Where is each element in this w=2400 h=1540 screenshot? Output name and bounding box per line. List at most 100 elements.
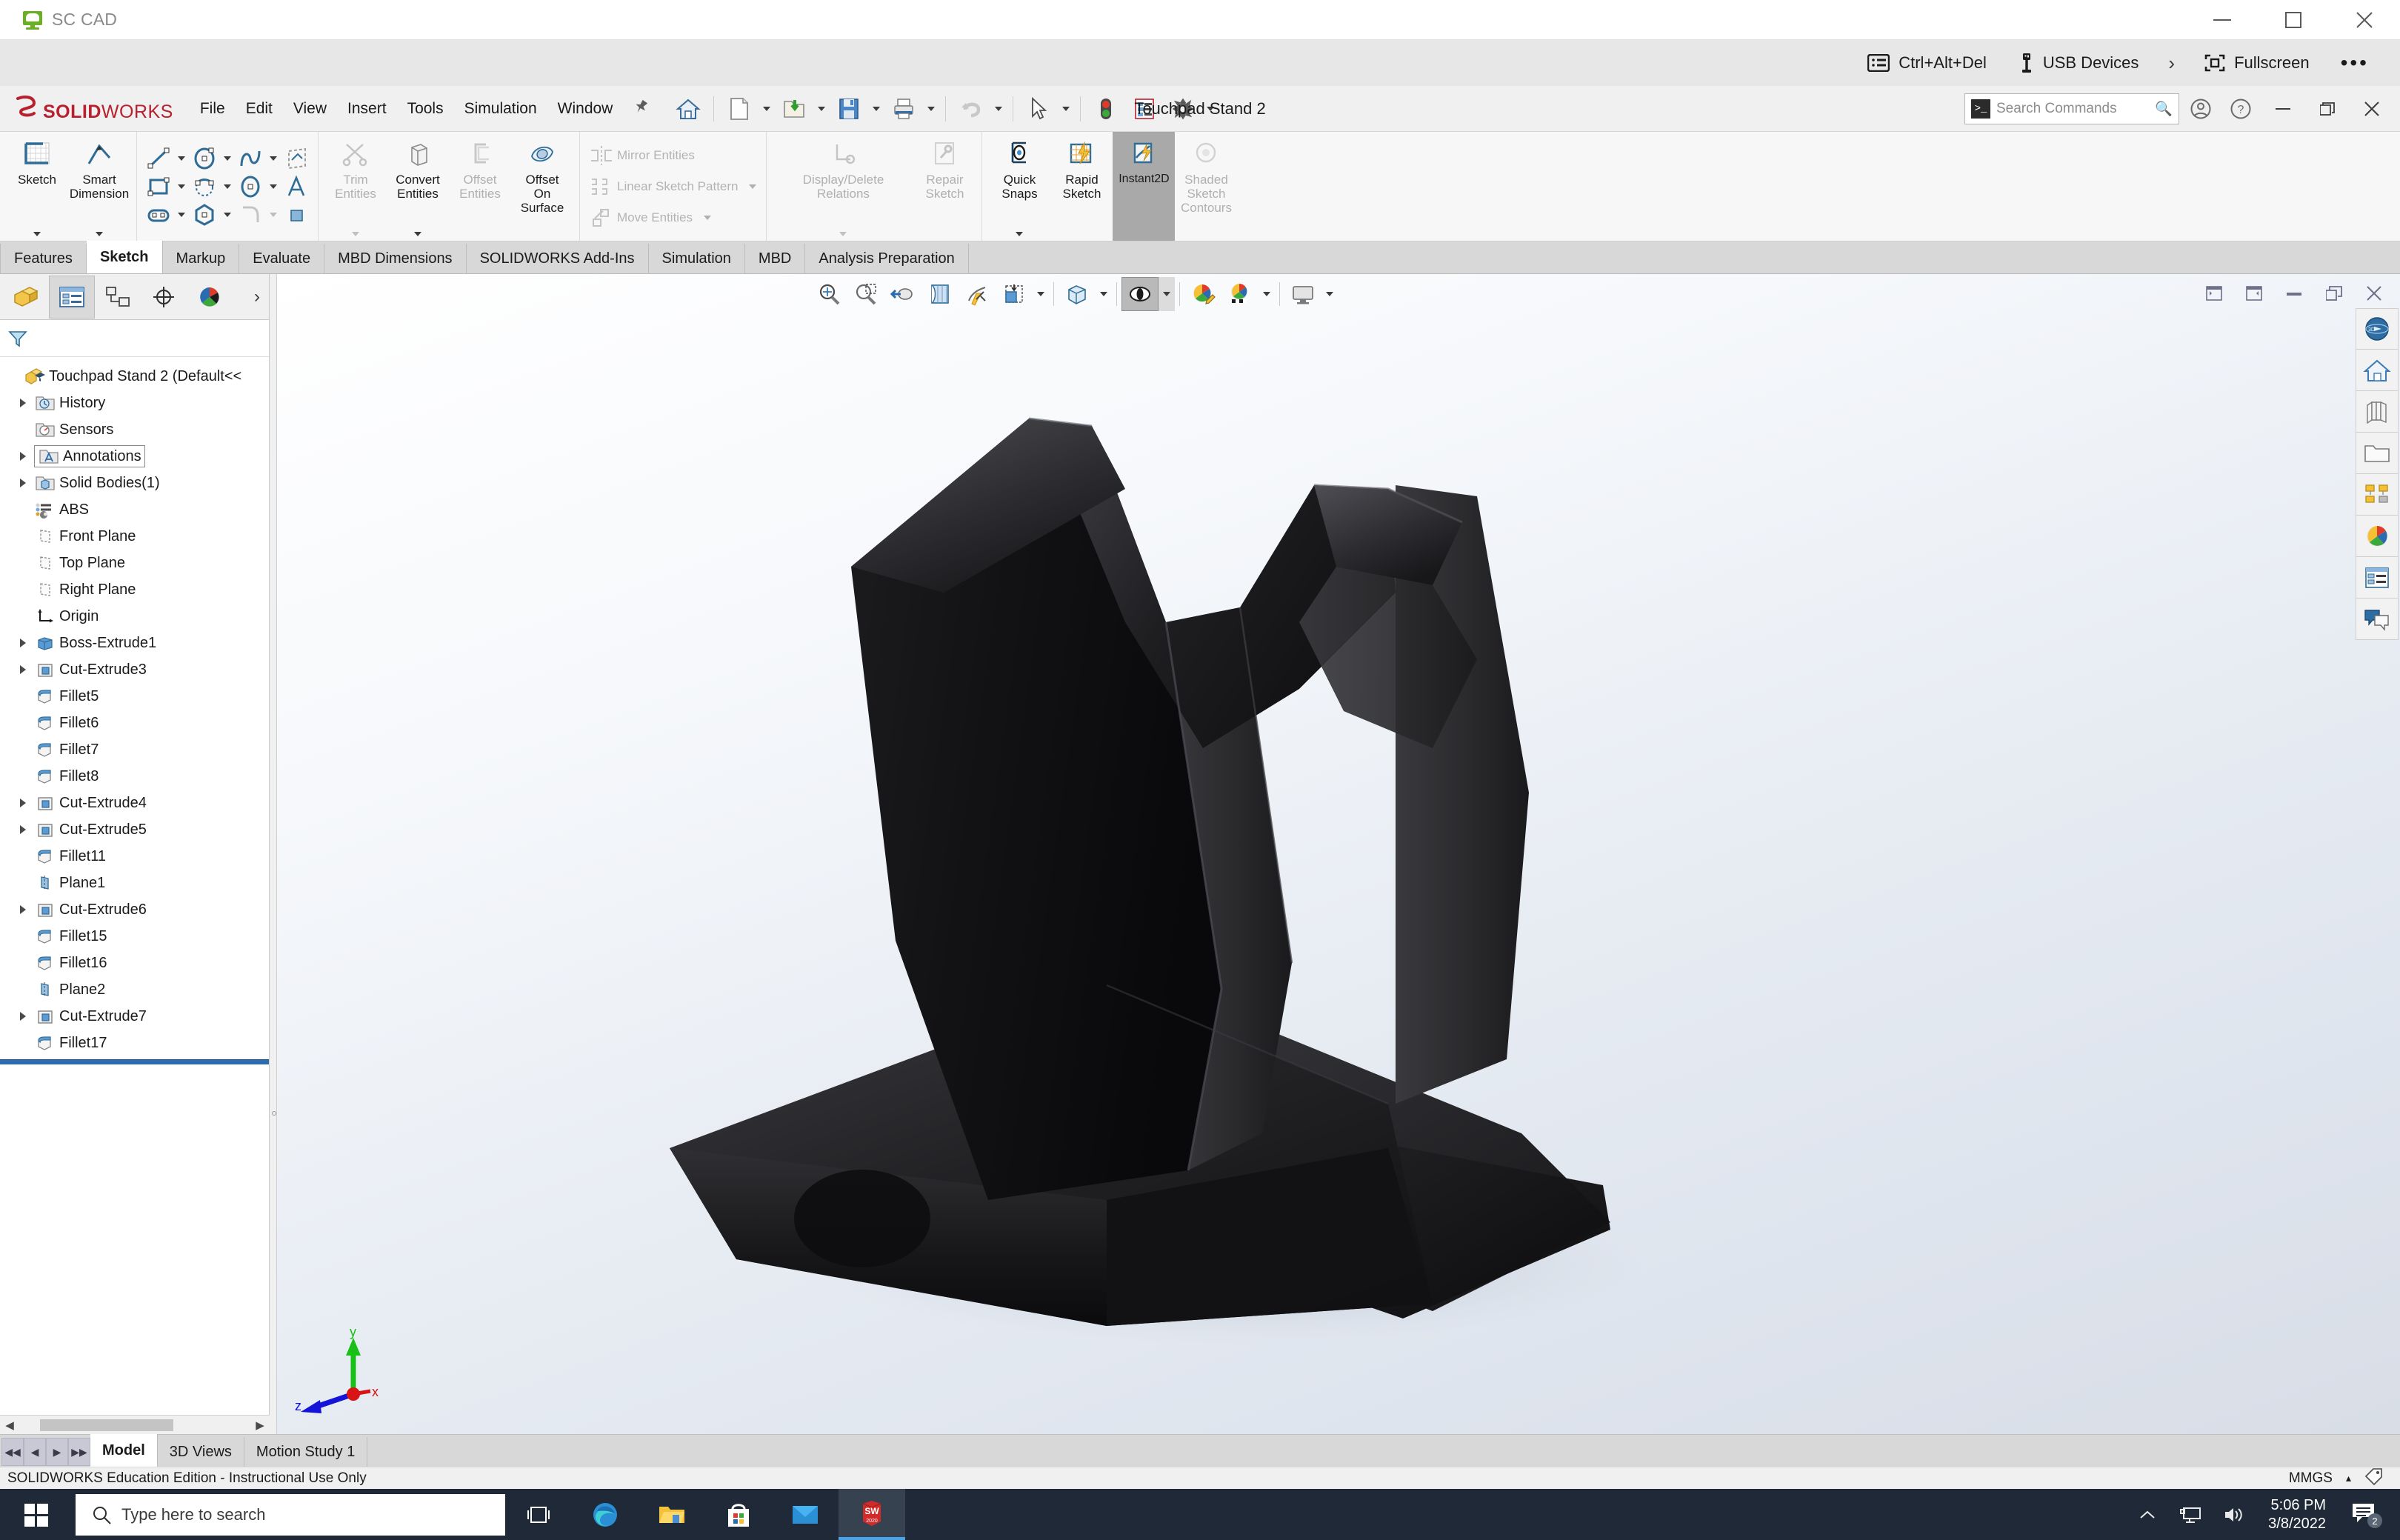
notifications-icon[interactable]: 2 — [2339, 1489, 2394, 1540]
tree-item-sensors[interactable]: Sensors — [0, 416, 269, 443]
feature-manager-more-tabs[interactable]: › — [254, 287, 269, 307]
solidworks-2020-icon[interactable]: SW 2020 — [839, 1489, 905, 1540]
search-icon[interactable]: 🔍 — [2155, 100, 2173, 118]
configuration-manager-tab[interactable] — [95, 276, 141, 319]
fillet-arc-icon[interactable] — [235, 201, 266, 229]
spline-icon[interactable] — [235, 144, 266, 173]
polygon-icon[interactable] — [189, 201, 220, 229]
open-folder-icon[interactable] — [775, 90, 813, 128]
tree-item-origin[interactable]: Origin — [0, 603, 269, 630]
move-entities-dropdown[interactable] — [700, 204, 715, 232]
expand-cut-extrude7[interactable] — [15, 1008, 31, 1024]
undo-icon[interactable] — [952, 90, 990, 128]
bottom-tab-model[interactable]: Model — [90, 1434, 158, 1467]
search-commands-input[interactable]: >_ Search Commands 🔍 — [1964, 93, 2179, 124]
shaded-square-icon[interactable] — [281, 201, 312, 229]
task-view-icon[interactable] — [505, 1489, 572, 1540]
expand-annotations[interactable] — [15, 448, 31, 464]
settings-dropdown[interactable] — [1202, 90, 1219, 128]
menu-edit[interactable]: Edit — [236, 96, 283, 122]
microsoft-edge-icon[interactable] — [572, 1489, 639, 1540]
taskbar-search-input[interactable]: Type here to search — [76, 1493, 505, 1536]
scroll-thumb[interactable] — [40, 1419, 173, 1431]
ribbon-rapid-sketch-button[interactable]: Rapid Sketch — [1050, 132, 1113, 241]
sw-restore-button[interactable] — [2307, 90, 2348, 127]
tree-item-front-plane[interactable]: Front Plane — [0, 523, 269, 550]
slot-icon[interactable] — [143, 201, 174, 229]
tag-icon[interactable] — [2364, 1467, 2384, 1490]
apply-scene-dropdown[interactable] — [1259, 277, 1275, 311]
tree-item-fillet16[interactable]: Fillet16 — [0, 950, 269, 976]
bottom-tab-motion-study[interactable]: Motion Study 1 — [244, 1437, 368, 1467]
ribbon-offset-on-surface-button[interactable]: Offset On Surface — [511, 132, 573, 241]
select-dropdown[interactable] — [1058, 90, 1074, 128]
tree-item-plane2[interactable]: Plane2 — [0, 976, 269, 1003]
text-a-icon[interactable] — [281, 173, 312, 201]
dimxpert-manager-tab[interactable] — [141, 276, 187, 319]
restore-left-button[interactable] — [2194, 277, 2234, 310]
tree-item-solid-bodies[interactable]: Solid Bodies(1) — [0, 470, 269, 496]
display-style-dropdown[interactable] — [1096, 277, 1112, 311]
tree-item-cut-extrude4[interactable]: Cut-Extrude4 — [0, 790, 269, 816]
graphics-close-button[interactable] — [2354, 277, 2394, 310]
help-icon[interactable]: ? — [2222, 90, 2259, 127]
tab-markup[interactable]: Markup — [162, 244, 240, 273]
menu-simulation[interactable]: Simulation — [454, 96, 547, 122]
view-orientation-cube-icon[interactable] — [996, 277, 1033, 311]
ribbon-sketch-button[interactable]: Sketch — [6, 132, 68, 241]
mail-icon[interactable] — [772, 1489, 839, 1540]
microsoft-store-icon[interactable] — [705, 1489, 772, 1540]
status-units[interactable]: MMGS — [2289, 1470, 2333, 1487]
next-tab-button[interactable]: ▶ — [46, 1438, 68, 1466]
tab-sketch[interactable]: Sketch — [86, 241, 163, 273]
arc-icon[interactable] — [189, 173, 220, 201]
panel-splitter[interactable] — [270, 274, 277, 1434]
new-document-dropdown[interactable] — [759, 90, 775, 128]
save-icon[interactable] — [830, 90, 868, 128]
viewer-more-button[interactable]: ••• — [2326, 40, 2384, 86]
undo-dropdown[interactable] — [990, 90, 1007, 128]
scroll-left-arrow[interactable]: ◀ — [0, 1416, 19, 1435]
menu-window[interactable]: Window — [547, 96, 624, 122]
home-icon[interactable] — [669, 90, 707, 128]
tree-item-fillet5[interactable]: Fillet5 — [0, 683, 269, 710]
volume-icon[interactable] — [2212, 1489, 2255, 1540]
feature-tree-filter[interactable] — [0, 320, 269, 357]
tab-analysis-preparation[interactable]: Analysis Preparation — [805, 244, 969, 273]
ellipse-icon[interactable] — [235, 173, 266, 201]
tree-item-fillet17[interactable]: Fillet17 — [0, 1030, 269, 1056]
rebuild-traffic-light-icon[interactable] — [1087, 90, 1125, 128]
expand-boss-extrude1[interactable] — [15, 635, 31, 651]
menu-file[interactable]: File — [190, 96, 236, 122]
scroll-track[interactable] — [19, 1417, 250, 1433]
linear-pattern-dropdown[interactable] — [745, 173, 760, 201]
view-orientation-icon[interactable] — [959, 277, 996, 311]
tree-item-fillet11[interactable]: Fillet11 — [0, 843, 269, 870]
tree-item-material[interactable]: ABS — [0, 496, 269, 523]
tab-solidworks-add-ins[interactable]: SOLIDWORKS Add-Ins — [466, 244, 649, 273]
view-settings-icon[interactable] — [1284, 277, 1321, 311]
tree-item-cut-extrude7[interactable]: Cut-Extrude7 — [0, 1003, 269, 1030]
pin-icon[interactable] — [624, 91, 657, 126]
file-explorer-folder-icon[interactable] — [2356, 433, 2399, 474]
rectangle-dropdown[interactable] — [174, 173, 189, 201]
property-manager-tab[interactable] — [49, 275, 95, 319]
tree-item-cut-extrude6[interactable]: Cut-Extrude6 — [0, 896, 269, 923]
ribbon-offset-entities-button[interactable]: Offset Entities — [449, 132, 511, 241]
tree-item-history[interactable]: History — [0, 390, 269, 416]
ellipse-dropdown[interactable] — [266, 173, 281, 201]
prev-tab-button[interactable]: ◀ — [24, 1438, 46, 1466]
tree-item-plane1[interactable]: Plane1 — [0, 870, 269, 896]
expand-cut-extrude4[interactable] — [15, 795, 31, 811]
ribbon-smart-dimension-button[interactable]: Smart Dimension — [68, 132, 130, 241]
sw-close-button[interactable] — [2351, 90, 2393, 127]
custom-properties-icon[interactable] — [2356, 557, 2399, 599]
print-dropdown[interactable] — [923, 90, 939, 128]
tree-item-part[interactable]: Touchpad Stand 2 (Default<< — [0, 363, 269, 390]
sw-resources-home-icon[interactable] — [2356, 350, 2399, 391]
circle-dropdown[interactable] — [220, 144, 235, 173]
ribbon-repair-sketch-button[interactable]: Repair Sketch — [913, 132, 976, 241]
menu-view[interactable]: View — [283, 96, 337, 122]
first-tab-button[interactable]: ◀◀ — [1, 1438, 24, 1466]
tree-item-top-plane[interactable]: Top Plane — [0, 550, 269, 576]
